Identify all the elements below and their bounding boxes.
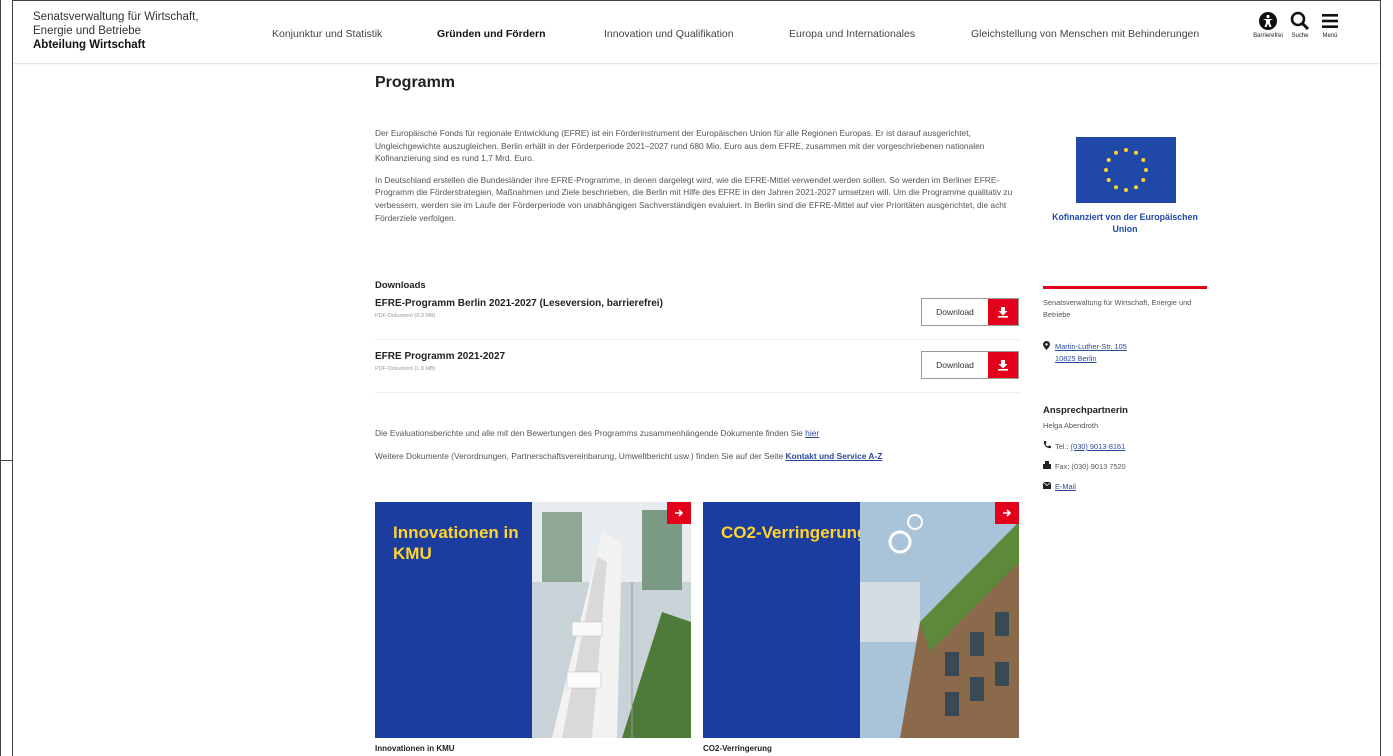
eu-star: [1104, 168, 1108, 172]
org-name-line1: Senatsverwaltung für Wirtschaft,: [33, 11, 199, 23]
sidebar-org: Senatsverwaltung für Wirtschaft, Energie…: [1043, 297, 1213, 321]
tile-photo: [860, 502, 1019, 738]
accessibility-icon: [1259, 12, 1277, 30]
tile-title: Innovationen in KMU: [393, 523, 519, 563]
contact-name: Helga Abendroth: [1043, 421, 1099, 430]
phone-link[interactable]: (030) 9013-8161: [1071, 442, 1126, 451]
sidebar-org-name: Senatsverwaltung für Wirtschaft, Energie…: [1043, 298, 1192, 319]
department-name: Abteilung Wirtschaft: [33, 39, 146, 51]
eu-star: [1106, 178, 1111, 182]
sidebar-address: Martin-Luther-Str. 105 10825 Berlin: [1043, 341, 1213, 365]
sidebar-divider: [1043, 286, 1207, 289]
downloads-heading: Downloads: [375, 280, 426, 291]
tile-caption[interactable]: Innovationen in KMU: [375, 744, 455, 753]
frame-line: [0, 460, 13, 461]
frame-line: [12, 0, 13, 756]
eu-star: [1134, 150, 1138, 155]
tel-label: Tel.:: [1055, 442, 1069, 451]
fax-number: Fax: (030) 9013 7520: [1055, 462, 1126, 471]
nav-item-innovation[interactable]: Innovation und Qualifikation: [604, 28, 734, 40]
download-button-label: Download: [936, 307, 974, 317]
download-meta: PDF-Dokument (8,9 MB): [375, 313, 436, 319]
further-links: Die Evaluationsberichte und alle mit den…: [375, 428, 1025, 474]
download-button[interactable]: Download: [921, 351, 1019, 379]
eu-star: [1144, 168, 1148, 172]
download-button-label: Download: [936, 360, 974, 370]
nav-item-gleichstellung[interactable]: Gleichstellung von Menschen mit Behinder…: [971, 28, 1199, 40]
nav-item-europa[interactable]: Europa und Internationales: [789, 28, 915, 40]
address-link[interactable]: Martin-Luther-Str. 105 10825 Berlin: [1055, 341, 1127, 365]
org-logo[interactable]: Senatsverwaltung für Wirtschaft, Energie…: [33, 10, 199, 52]
intro-paragraph-1: Der Europäische Fonds für regionale Entw…: [375, 128, 985, 164]
download-icon: [988, 352, 1018, 378]
phone-icon: [1043, 441, 1051, 453]
eu-star: [1124, 148, 1128, 152]
eu-flag-icon: [1076, 137, 1176, 203]
main-content: Programm Der Europäische Fonds für regio…: [375, 70, 1025, 753]
tile-photo: [532, 502, 691, 738]
download-meta: PDF-Dokument (1,9 MB): [375, 366, 436, 372]
documents-note: Weitere Dokumente (Verordnungen, Partner…: [375, 451, 883, 461]
arrow-right-icon: [995, 502, 1019, 524]
search-button[interactable]: Suche: [1283, 11, 1317, 39]
tile-title: CO2-Verringerung: [721, 523, 868, 542]
envelope-icon: [1042, 481, 1052, 493]
download-icon: [988, 299, 1018, 325]
search-icon: [1290, 11, 1310, 31]
email-link[interactable]: E-Mail: [1055, 481, 1076, 493]
menu-button[interactable]: Menü: [1313, 11, 1347, 39]
service-az-link[interactable]: Kontakt und Service A-Z: [785, 451, 882, 461]
menu-icon: [1322, 14, 1338, 28]
evaluation-note: Die Evaluationsberichte und alle mit den…: [375, 428, 820, 438]
nav-item-gruenden[interactable]: Gründen und Fördern: [437, 28, 546, 40]
download-item: EFRE Programm 2021-2027 PDF-Dokument (1,…: [375, 345, 1020, 393]
org-name-line2: Energie und Betriebe: [33, 25, 142, 37]
contact-heading: Ansprechpartnerin: [1043, 405, 1128, 416]
intro-text: Der Europäische Fonds für regionale Entw…: [375, 127, 1020, 233]
sidebar-contact: Ansprechpartnerin Helga Abendroth Tel.: …: [1042, 405, 1213, 493]
frame-line: [0, 0, 1, 756]
accessibility-label: Barrierefrei: [1253, 33, 1283, 39]
download-item: EFRE-Programm Berlin 2021-2027 (Lesevers…: [375, 292, 1020, 340]
eu-star: [1134, 185, 1138, 190]
frame-line: [1380, 0, 1381, 756]
site-header: Senatsverwaltung für Wirtschaft, Energie…: [13, 1, 1380, 64]
download-name: EFRE-Programm Berlin 2021-2027 (Lesevers…: [375, 298, 663, 309]
download-button[interactable]: Download: [921, 298, 1019, 326]
tile-caption[interactable]: CO2-Verringerung: [703, 744, 772, 753]
download-name: EFRE Programm 2021-2027: [375, 351, 506, 362]
eu-star: [1141, 158, 1146, 162]
arrow-right-icon: [667, 502, 691, 524]
teaser-tile-innovation[interactable]: Innovationen in KMU: [375, 502, 691, 738]
eu-star: [1106, 158, 1111, 162]
eu-star: [1114, 150, 1118, 155]
eu-star: [1114, 185, 1118, 190]
intro-paragraph-2: In Deutschland erstellen die Bundeslände…: [375, 174, 1013, 223]
eu-star: [1141, 178, 1146, 182]
teaser-tile-co2[interactable]: CO2-Verringerung: [703, 502, 1019, 738]
eu-cofinanced-label: Kofinanziert von der Europäischen Union: [1052, 212, 1198, 234]
fax-icon: [1043, 461, 1051, 473]
evaluation-link[interactable]: hier: [805, 428, 819, 438]
page-title: Programm: [375, 74, 456, 91]
search-label: Suche: [1291, 33, 1309, 39]
menu-label: Menü: [1322, 33, 1338, 39]
nav-item-konjunktur[interactable]: Konjunktur und Statistik: [272, 28, 382, 40]
accessibility-button[interactable]: Barrierefrei: [1251, 11, 1285, 39]
map-pin-icon: [1043, 341, 1051, 354]
eu-star: [1124, 188, 1128, 192]
